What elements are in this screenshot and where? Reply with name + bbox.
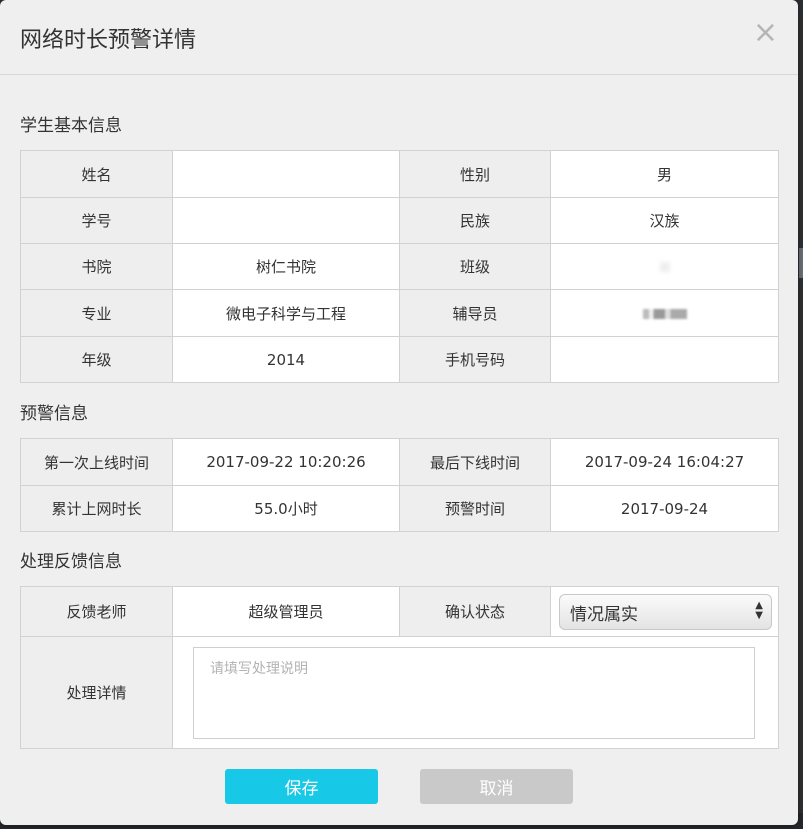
feedback-table: 反馈老师 超级管理员 确认状态 情况属实 ▲ ▼ 处理详情 bbox=[20, 586, 779, 749]
status-select[interactable]: 情况属实 ▲ ▼ bbox=[559, 593, 772, 630]
warning-detail-modal: 网络时长预警详情 × 学生基本信息 姓名 性别 男 学号 民族 汉族 书院 树仁… bbox=[0, 0, 798, 825]
counselor-value bbox=[550, 289, 779, 337]
close-icon[interactable]: × bbox=[753, 18, 778, 48]
total-online-value: 55.0小时 bbox=[172, 485, 400, 532]
major-value: 微电子科学与工程 bbox=[172, 289, 400, 337]
details-cell bbox=[172, 636, 779, 749]
phone-value bbox=[550, 336, 779, 383]
college-value: 树仁书院 bbox=[172, 243, 400, 290]
counselor-label: 辅导员 bbox=[399, 289, 551, 337]
details-label: 处理详情 bbox=[20, 636, 173, 749]
modal-header: 网络时长预警详情 × bbox=[0, 0, 798, 75]
last-offline-label: 最后下线时间 bbox=[399, 438, 551, 486]
warning-time-label: 预警时间 bbox=[399, 485, 551, 532]
student-id-value bbox=[172, 197, 400, 244]
college-label: 书院 bbox=[20, 243, 173, 290]
first-online-value: 2017-09-22 10:20:26 bbox=[172, 438, 400, 486]
name-value bbox=[172, 150, 400, 198]
grade-label: 年级 bbox=[20, 336, 173, 383]
table-row: 年级 2014 手机号码 bbox=[20, 336, 779, 383]
save-button[interactable]: 保存 bbox=[225, 769, 378, 804]
name-label: 姓名 bbox=[20, 150, 173, 198]
phone-label: 手机号码 bbox=[399, 336, 551, 383]
last-offline-value: 2017-09-24 16:04:27 bbox=[550, 438, 779, 486]
redacted-mark bbox=[659, 262, 670, 272]
teacher-label: 反馈老师 bbox=[20, 586, 173, 637]
ethnicity-value: 汉族 bbox=[550, 197, 779, 244]
gender-label: 性别 bbox=[399, 150, 551, 198]
status-select-value: 情况属实 bbox=[570, 604, 638, 625]
teacher-value: 超级管理员 bbox=[172, 586, 400, 637]
table-row: 专业 微电子科学与工程 辅导员 bbox=[20, 289, 779, 337]
first-online-label: 第一次上线时间 bbox=[20, 438, 173, 486]
class-label: 班级 bbox=[399, 243, 551, 290]
table-row: 累计上网时长 55.0小时 预警时间 2017-09-24 bbox=[20, 485, 779, 532]
table-row: 第一次上线时间 2017-09-22 10:20:26 最后下线时间 2017-… bbox=[20, 438, 779, 486]
table-row: 姓名 性别 男 bbox=[20, 150, 779, 198]
modal-title: 网络时长预警详情 bbox=[20, 28, 197, 53]
grade-value: 2014 bbox=[172, 336, 400, 383]
status-label: 确认状态 bbox=[399, 586, 551, 637]
details-textarea[interactable] bbox=[193, 646, 755, 739]
redacted-name bbox=[642, 308, 687, 319]
status-cell: 情况属实 ▲ ▼ bbox=[550, 586, 779, 637]
table-row: 反馈老师 超级管理员 确认状态 情况属实 ▲ ▼ bbox=[20, 586, 779, 637]
student-info-table: 姓名 性别 男 学号 民族 汉族 书院 树仁书院 班级 专业 微电子科学与工程 … bbox=[20, 150, 779, 383]
major-label: 专业 bbox=[20, 289, 173, 337]
student-id-label: 学号 bbox=[20, 197, 173, 244]
background-scrollbar[interactable] bbox=[799, 248, 803, 278]
section-title-feedback: 处理反馈信息 bbox=[20, 552, 122, 572]
warning-info-table: 第一次上线时间 2017-09-22 10:20:26 最后下线时间 2017-… bbox=[20, 438, 779, 532]
total-online-label: 累计上网时长 bbox=[20, 485, 173, 532]
table-row: 书院 树仁书院 班级 bbox=[20, 243, 779, 290]
cancel-button[interactable]: 取消 bbox=[420, 769, 573, 804]
section-title-warning: 预警信息 bbox=[20, 404, 88, 424]
table-row: 处理详情 bbox=[20, 636, 779, 749]
warning-time-value: 2017-09-24 bbox=[550, 485, 779, 532]
table-row: 学号 民族 汉族 bbox=[20, 197, 779, 244]
select-arrows-icon: ▲ ▼ bbox=[755, 599, 763, 621]
class-value bbox=[550, 243, 779, 290]
gender-value: 男 bbox=[550, 150, 779, 198]
section-title-student: 学生基本信息 bbox=[20, 116, 122, 136]
ethnicity-label: 民族 bbox=[399, 197, 551, 244]
